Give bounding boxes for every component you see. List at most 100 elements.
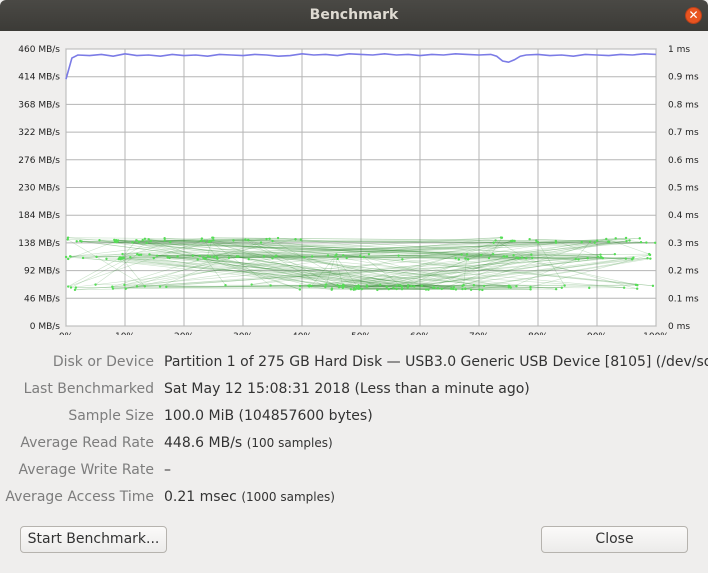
y-left-tick-label: 92 MB/s <box>24 267 60 277</box>
access-time-point <box>413 285 416 288</box>
access-time-point <box>191 254 195 257</box>
access-time-point <box>121 252 124 256</box>
access-time-point <box>309 284 312 287</box>
benchmark-chart: 460 MB/s 1 ms 414 MB/s 0.9 ms 368 MB/s 0.8 ms… <box>0 35 708 335</box>
access-time-point <box>73 288 77 292</box>
access-time-point <box>392 286 395 290</box>
access-time-point <box>406 284 410 287</box>
access-time-point <box>359 254 362 257</box>
access-time-point <box>420 284 423 287</box>
access-time-point <box>515 284 518 288</box>
access-time-point <box>625 239 628 243</box>
access-time-point <box>200 237 204 240</box>
access-time-point <box>111 287 115 290</box>
access-time-point <box>143 237 147 240</box>
access-time-point <box>639 241 643 244</box>
access-time-point <box>529 285 532 289</box>
title-bar[interactable]: Benchmark ✕ <box>0 0 708 31</box>
access-time-point <box>513 239 516 243</box>
y-left-tick-label: 138 MB/s <box>18 239 60 249</box>
access-time-point <box>400 287 404 291</box>
access-time-point <box>367 252 371 256</box>
y-right-tick-label: 0.8 ms <box>668 100 699 110</box>
x-tick-label: 40% <box>292 332 312 335</box>
y-right-tick-label: 0.4 ms <box>668 211 699 221</box>
access-time-point <box>75 240 78 243</box>
access-time-point <box>460 253 463 256</box>
access-time-point <box>276 236 280 240</box>
access-time-point <box>330 287 334 290</box>
access-time-point <box>232 239 235 242</box>
read-rate-samples: (100 samples) <box>246 436 333 450</box>
access-time-point <box>299 238 303 241</box>
access-time-point <box>235 255 239 258</box>
access-time-point <box>588 286 591 290</box>
y-right-tick-label: 0.7 ms <box>668 128 699 138</box>
access-time-point <box>410 284 413 288</box>
device-label: Disk or Device <box>52 354 154 370</box>
access-time-point <box>336 283 339 287</box>
access-time-point <box>503 255 506 258</box>
y-right-tick-label: 0.1 ms <box>668 294 699 304</box>
access-time-point <box>387 287 390 291</box>
access-time-point <box>440 287 444 291</box>
start-benchmark-button[interactable]: Start Benchmark... <box>20 526 167 553</box>
access-time-point <box>95 255 98 259</box>
access-time-point <box>324 283 327 286</box>
access-time-point <box>336 257 339 261</box>
access-time-point <box>202 256 205 260</box>
access-time-point <box>596 255 599 258</box>
access-time-point <box>310 255 314 258</box>
access-time-point <box>500 236 504 239</box>
access-time-point <box>385 285 388 289</box>
access-time-point <box>67 285 70 288</box>
access-time-point <box>199 239 203 242</box>
access-time-point <box>98 238 101 242</box>
y-right-tick-label: 0.2 ms <box>668 267 699 277</box>
access-time-point <box>341 254 345 257</box>
access-time-point <box>479 253 483 257</box>
access-time-point <box>148 253 151 256</box>
x-tick-label: 80% <box>528 332 548 335</box>
access-time-point <box>69 255 72 258</box>
access-time-point <box>469 288 473 291</box>
close-button[interactable]: Close <box>541 526 688 553</box>
access-time-point <box>574 257 577 261</box>
last-benchmarked-label: Last Benchmarked <box>23 381 154 397</box>
access-time-point <box>560 286 563 289</box>
access-time-point <box>203 239 206 243</box>
y-left-tick-label: 184 MB/s <box>18 211 60 221</box>
access-time-point <box>269 284 272 287</box>
access-time-point <box>525 257 528 260</box>
access-time-point <box>123 283 126 287</box>
access-time-point <box>563 284 566 287</box>
access-time-point <box>275 254 278 258</box>
access-time-point <box>247 238 250 242</box>
access-time-point <box>648 252 651 256</box>
access-time-point <box>349 288 353 291</box>
read-rate-value-wrap: 448.6 MB/s (100 samples) <box>164 435 333 451</box>
access-time-point <box>149 239 153 243</box>
access-time-point <box>478 288 481 291</box>
access-time-point <box>355 285 358 288</box>
access-time-point <box>554 287 558 291</box>
access-time-point <box>492 241 495 244</box>
access-time-point <box>595 239 599 242</box>
window-close-icon[interactable]: ✕ <box>685 7 702 24</box>
access-time-point <box>339 284 342 287</box>
access-time-point <box>74 286 78 289</box>
x-tick-label: 0% <box>59 332 74 335</box>
benchmark-window: Benchmark ✕ 460 MB/s 1 ms 414 MB/s 0.9 ms 36… <box>0 0 708 573</box>
access-time-point <box>624 257 628 260</box>
access-time-point <box>152 256 155 260</box>
read-rate-label: Average Read Rate <box>20 435 154 451</box>
x-tick-label: 10% <box>115 332 135 335</box>
x-tick-label: 50% <box>351 332 371 335</box>
access-time-point <box>605 237 608 241</box>
access-time-point <box>271 257 274 260</box>
access-time-point <box>396 284 399 287</box>
access-time-point <box>406 286 409 289</box>
access-time-point <box>454 257 457 260</box>
access-time-point <box>360 287 363 291</box>
access-time-point <box>116 239 120 242</box>
